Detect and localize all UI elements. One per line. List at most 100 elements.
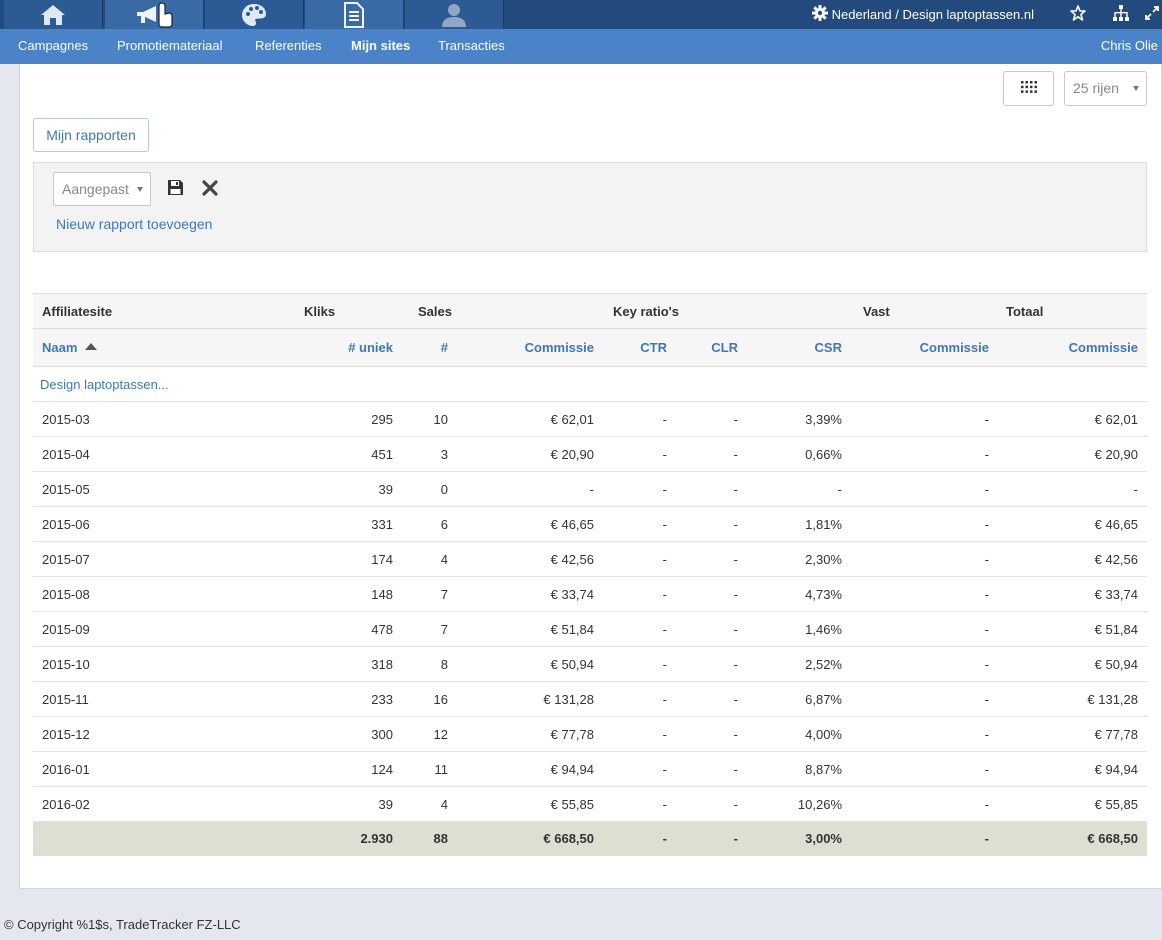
favorite-button[interactable]	[1056, 0, 1099, 29]
user-menu[interactable]: Chris Olie	[1101, 38, 1158, 53]
row-csr: 2,52%	[747, 646, 851, 682]
row-clicks-unique: 451	[265, 436, 402, 472]
row-ctr: -	[603, 611, 676, 647]
row-sales-count[interactable]: 7	[402, 576, 457, 612]
column-header-csr[interactable]: CSR	[747, 328, 851, 367]
megaphone-icon	[134, 1, 174, 28]
row-clicks-unique: 39	[265, 471, 402, 507]
row-ctr: -	[603, 751, 676, 787]
totals-clicks-unique: 2.930	[265, 821, 402, 856]
tab-account[interactable]	[405, 0, 504, 29]
column-header-sales-commissie[interactable]: Commissie	[457, 328, 603, 367]
row-clr: -	[676, 716, 747, 752]
tab-campaigns[interactable]	[105, 0, 204, 29]
table-row: 2015-05 39 0- - - - - -	[33, 471, 1147, 507]
table-row: 2015-09 478 7 € 51,84- -1,46% - € 51,84	[33, 611, 1147, 647]
row-sales-commission: € 46,65	[457, 506, 603, 542]
remove-report-button[interactable]	[199, 178, 221, 200]
star-icon	[1069, 5, 1086, 24]
row-period: 2015-06	[33, 506, 265, 542]
row-sales-count[interactable]: 8	[402, 646, 457, 682]
totals-clr: -	[676, 821, 747, 856]
row-clr: -	[676, 751, 747, 787]
group-header-kliks: Kliks	[265, 293, 402, 329]
content-panel: 25 rijen Mijn rapporten Aangepast Nieuw	[19, 64, 1162, 889]
row-sales-count[interactable]: 7	[402, 611, 457, 647]
column-header-clr[interactable]: CLR	[676, 328, 747, 367]
row-csr: -	[747, 471, 851, 507]
sub-navigation: Campagnes Promotiemateriaal Referenties …	[0, 29, 1162, 64]
row-sales-count[interactable]: 12	[402, 716, 457, 752]
row-csr: 1,46%	[747, 611, 851, 647]
row-sales-count[interactable]: 16	[402, 681, 457, 717]
save-icon	[167, 179, 184, 199]
save-report-button[interactable]	[164, 178, 186, 200]
row-csr: 6,87%	[747, 681, 851, 717]
top-right-controls: Nederland / Design laptoptassen.nl	[811, 0, 1162, 29]
row-sales-count[interactable]: 0	[402, 471, 457, 507]
nav-campagnes[interactable]: Campagnes	[18, 38, 88, 53]
row-sales-count[interactable]: 10	[402, 401, 457, 437]
column-header-uniek[interactable]: # uniek	[265, 328, 402, 367]
row-sales-commission: € 62,01	[457, 401, 603, 437]
row-total-commission: € 51,84	[998, 611, 1147, 647]
totals-fixed-commission: -	[851, 821, 998, 856]
sitemap-button[interactable]	[1099, 0, 1142, 29]
row-csr: 4,73%	[747, 576, 851, 612]
totals-csr: 3,00%	[747, 821, 851, 856]
column-chooser-button[interactable]	[1003, 71, 1054, 106]
fullscreen-button[interactable]	[1142, 0, 1162, 29]
site-name-link[interactable]: Design laptoptassen...	[33, 366, 1147, 402]
row-total-commission: € 94,94	[998, 751, 1147, 787]
column-header-sales-count[interactable]: #	[402, 328, 457, 367]
add-report-link[interactable]: Nieuw rapport toevoegen	[56, 216, 212, 232]
row-sales-count[interactable]: 4	[402, 786, 457, 822]
sort-ascending-icon	[85, 343, 98, 351]
row-sales-count[interactable]: 6	[402, 506, 457, 542]
column-header-naam-label: Naam	[42, 340, 78, 355]
row-sales-count[interactable]: 3	[402, 436, 457, 472]
row-clr: -	[676, 786, 747, 822]
row-sales-count[interactable]: 4	[402, 541, 457, 577]
row-clicks-unique: 300	[265, 716, 402, 752]
row-clr: -	[676, 541, 747, 577]
nav-promotiemateriaal[interactable]: Promotiemateriaal	[117, 38, 223, 53]
column-header-naam[interactable]: Naam	[33, 328, 265, 367]
tab-home[interactable]	[4, 0, 103, 29]
row-sales-commission: € 50,94	[457, 646, 603, 682]
row-ctr: -	[603, 681, 676, 717]
row-clr: -	[676, 611, 747, 647]
row-clr: -	[676, 401, 747, 437]
report-select[interactable]: Aangepast	[53, 172, 151, 206]
my-reports-button[interactable]: Mijn rapporten	[33, 118, 149, 152]
row-fixed-commission: -	[851, 401, 998, 437]
row-clicks-unique: 124	[265, 751, 402, 787]
row-clr: -	[676, 471, 747, 507]
row-fixed-commission: -	[851, 681, 998, 717]
tab-reports[interactable]	[305, 0, 404, 29]
nav-referenties[interactable]: Referenties	[255, 38, 321, 53]
rows-per-page-select[interactable]: 25 rijen	[1064, 71, 1147, 106]
tab-materials[interactable]	[205, 0, 304, 29]
top-bar: Nederland / Design laptoptassen.nl	[0, 0, 1162, 29]
row-clr: -	[676, 506, 747, 542]
row-fixed-commission: -	[851, 506, 998, 542]
table-row: 2015-12 300 12 € 77,78- -4,00% - € 77,78	[33, 716, 1147, 752]
row-csr: 0,66%	[747, 436, 851, 472]
row-sales-count[interactable]: 11	[402, 751, 457, 787]
column-header-totaal-commissie[interactable]: Commissie	[998, 328, 1147, 367]
row-period: 2016-01	[33, 751, 265, 787]
nav-transacties[interactable]: Transacties	[438, 38, 505, 53]
nav-mijn-sites[interactable]: Mijn sites	[351, 38, 410, 53]
row-clicks-unique: 478	[265, 611, 402, 647]
row-clicks-unique: 318	[265, 646, 402, 682]
row-period: 2015-04	[33, 436, 265, 472]
column-header-ctr[interactable]: CTR	[603, 328, 676, 367]
group-header-vast: Vast	[851, 293, 998, 329]
column-header-vast-commissie[interactable]: Commissie	[851, 328, 998, 367]
grid-icon	[1020, 81, 1037, 96]
chevron-down-icon	[137, 187, 143, 192]
row-ctr: -	[603, 541, 676, 577]
site-switcher[interactable]: Nederland / Design laptoptassen.nl	[811, 5, 1034, 24]
row-total-commission: € 50,94	[998, 646, 1147, 682]
